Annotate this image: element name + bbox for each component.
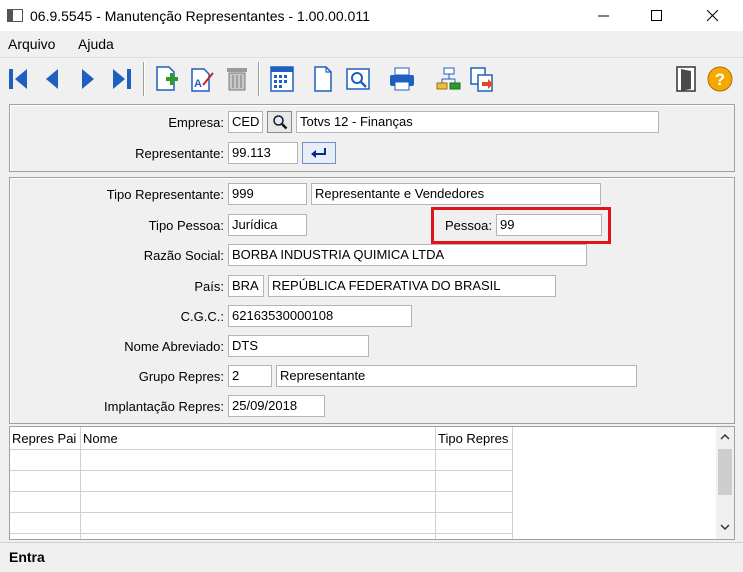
- empresa-code-field[interactable]: CED: [228, 111, 263, 133]
- razao-social-field[interactable]: BORBA INDUSTRIA QUIMICA LTDA: [228, 244, 587, 266]
- document-button[interactable]: [309, 63, 337, 95]
- tree-button[interactable]: [434, 63, 462, 95]
- magnifier-icon: [272, 115, 287, 130]
- representante-code-field[interactable]: 99.113: [228, 142, 298, 164]
- scroll-up-icon[interactable]: [716, 429, 734, 445]
- empresa-name-field: Totvs 12 - Finanças: [296, 111, 659, 133]
- grupo-repres-label: Grupo Repres:: [138, 369, 224, 384]
- repres-grid[interactable]: Repres Pai Nome Tipo Repres: [9, 426, 735, 540]
- first-button[interactable]: [4, 63, 32, 95]
- document-icon: [314, 66, 332, 92]
- toolbar-separator: [143, 62, 145, 96]
- cgc-field[interactable]: 62163530000108: [228, 305, 412, 327]
- implantacao-label: Implantação Repres:: [104, 399, 224, 414]
- edit-record-icon: A: [191, 68, 214, 92]
- svg-text:?: ?: [715, 70, 725, 89]
- column-header[interactable]: Nome: [83, 431, 118, 446]
- cgc-label: C.G.C.:: [180, 309, 224, 324]
- pais-label: País:: [194, 279, 224, 294]
- copy-icon: [470, 67, 493, 92]
- grid-line: [10, 470, 512, 471]
- grid-vertical-scrollbar[interactable]: [716, 427, 734, 539]
- implantacao-field[interactable]: 25/09/2018: [228, 395, 325, 417]
- previous-icon: [46, 69, 58, 89]
- exit-icon: [676, 66, 696, 92]
- app-icon: [7, 9, 23, 22]
- status-text: Entra: [9, 549, 45, 565]
- grid-line: [80, 427, 81, 539]
- print-icon: [390, 67, 414, 91]
- print-button[interactable]: [388, 63, 416, 95]
- column-header[interactable]: Repres Pai: [12, 431, 76, 446]
- previous-button[interactable]: [38, 63, 66, 95]
- toolbar: A ?: [0, 57, 743, 99]
- nome-abreviado-label: Nome Abreviado:: [124, 339, 224, 354]
- minimize-button[interactable]: [581, 0, 627, 31]
- calendar-icon: [270, 66, 294, 92]
- grid-header: Repres Pai Nome Tipo Repres: [10, 427, 512, 449]
- minimize-icon: [598, 15, 609, 16]
- status-bar: Entra: [0, 542, 743, 572]
- pais-code-field[interactable]: BRA: [228, 275, 264, 297]
- help-icon: ?: [707, 66, 733, 92]
- last-button[interactable]: [108, 63, 136, 95]
- empresa-zoom-button[interactable]: [267, 111, 292, 133]
- menu-arquivo[interactable]: Arquivo: [8, 36, 55, 52]
- edit-record-button[interactable]: A: [188, 63, 216, 95]
- new-record-button[interactable]: [152, 63, 180, 95]
- grid-line: [435, 427, 436, 539]
- title-bar: 06.9.5545 - Manutenção Representantes - …: [0, 0, 743, 31]
- grid-line: [10, 491, 512, 492]
- tipo-representante-label: Tipo Representante:: [106, 187, 224, 202]
- calendar-button[interactable]: [268, 63, 296, 95]
- menu-bar: Arquivo Ajuda: [0, 31, 743, 55]
- enter-icon: [311, 148, 326, 158]
- copy-button[interactable]: [468, 63, 496, 95]
- maximize-button[interactable]: [634, 0, 680, 31]
- preview-button[interactable]: [344, 63, 372, 95]
- next-button[interactable]: [74, 63, 102, 95]
- scroll-thumb[interactable]: [718, 449, 732, 495]
- tipo-representante-code-field[interactable]: 999: [228, 183, 307, 205]
- maximize-icon: [651, 9, 662, 21]
- empresa-label: Empresa:: [168, 115, 224, 130]
- enter-button[interactable]: [302, 142, 336, 164]
- menu-ajuda[interactable]: Ajuda: [78, 36, 114, 52]
- delete-button[interactable]: [223, 63, 251, 95]
- new-record-icon: [156, 66, 178, 91]
- first-icon: [9, 69, 27, 89]
- grid-line: [10, 512, 512, 513]
- exit-button[interactable]: [672, 63, 700, 95]
- close-icon: [707, 9, 719, 21]
- highlight-box: [431, 207, 611, 244]
- representante-label: Representante:: [135, 146, 224, 161]
- last-icon: [113, 69, 131, 89]
- help-button[interactable]: ?: [706, 63, 734, 95]
- tipo-pessoa-field: Jurídica: [228, 214, 307, 236]
- pais-name-field: REPÚBLICA FEDERATIVA DO BRASIL: [268, 275, 556, 297]
- nome-abreviado-field[interactable]: DTS: [228, 335, 369, 357]
- scroll-down-icon[interactable]: [716, 519, 734, 535]
- grid-line: [512, 427, 513, 539]
- close-button[interactable]: [690, 0, 736, 31]
- tipo-pessoa-label: Tipo Pessoa:: [148, 218, 224, 233]
- svg-text:A: A: [194, 78, 202, 90]
- toolbar-separator: [258, 62, 260, 96]
- grid-line: [10, 449, 512, 450]
- delete-icon: [227, 68, 247, 91]
- preview-icon: [346, 68, 370, 90]
- tipo-representante-desc-field: Representante e Vendedores: [311, 183, 601, 205]
- grupo-repres-code-field[interactable]: 2: [228, 365, 272, 387]
- grupo-repres-desc-field: Representante: [276, 365, 637, 387]
- next-icon: [82, 69, 94, 89]
- window-title: 06.9.5545 - Manutenção Representantes - …: [30, 8, 370, 24]
- column-header[interactable]: Tipo Repres: [438, 431, 508, 446]
- grid-line: [10, 533, 512, 534]
- razao-social-label: Razão Social:: [143, 248, 224, 263]
- tree-icon: [436, 67, 461, 90]
